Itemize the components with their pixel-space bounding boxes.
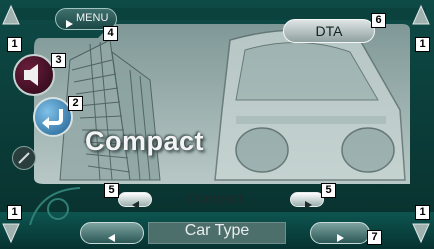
footer-next-button[interactable] bbox=[310, 222, 370, 244]
footer-prev-button[interactable] bbox=[80, 222, 144, 244]
up-arrow-icon bbox=[412, 4, 430, 25]
right-arrow-icon bbox=[337, 229, 344, 247]
left-arrow-icon bbox=[108, 229, 115, 247]
speaker-button[interactable] bbox=[13, 54, 55, 96]
down-arrow-icon bbox=[2, 223, 20, 244]
callout-7: 7 bbox=[367, 230, 382, 245]
value-next-button[interactable] bbox=[290, 192, 324, 209]
callout-5-left: 5 bbox=[104, 183, 119, 198]
right-arrow-icon bbox=[305, 196, 312, 214]
return-button[interactable] bbox=[33, 97, 73, 137]
callout-6: 6 bbox=[371, 13, 386, 28]
footer-label: Car Type bbox=[184, 222, 250, 239]
car-type-value: Compact bbox=[186, 190, 244, 206]
callout-5-right: 5 bbox=[321, 183, 336, 198]
up-arrow-left-button[interactable] bbox=[2, 4, 20, 26]
menu-label: MENU bbox=[76, 12, 109, 24]
value-prev-button[interactable] bbox=[118, 192, 152, 209]
callout-1-top-right: 1 bbox=[415, 37, 430, 52]
car-type-title: Compact bbox=[85, 126, 205, 156]
callout-3: 3 bbox=[51, 53, 66, 68]
pen-icon bbox=[18, 152, 30, 164]
callout-2: 2 bbox=[68, 96, 83, 111]
car-type-setup-screen: MENU DTA Compact Compact Car Type 1 1 1 … bbox=[0, 0, 434, 249]
dta-label: DTA bbox=[315, 23, 343, 39]
speaker-icon bbox=[24, 64, 38, 86]
up-arrow-icon bbox=[2, 4, 20, 25]
up-arrow-right-button[interactable] bbox=[412, 4, 430, 26]
callout-1-bottom-left: 1 bbox=[7, 205, 22, 220]
dta-button[interactable]: DTA bbox=[283, 19, 375, 43]
callout-4: 4 bbox=[103, 26, 118, 41]
menu-play-icon bbox=[66, 15, 73, 33]
left-arrow-icon bbox=[132, 196, 139, 214]
pen-button[interactable] bbox=[12, 146, 36, 170]
down-arrow-right-button[interactable] bbox=[412, 222, 430, 244]
callout-1-top-left: 1 bbox=[7, 37, 22, 52]
return-arrow-icon bbox=[42, 109, 63, 129]
down-arrow-icon bbox=[412, 223, 430, 244]
callout-1-bottom-right: 1 bbox=[415, 205, 430, 220]
down-arrow-left-button[interactable] bbox=[2, 222, 20, 244]
